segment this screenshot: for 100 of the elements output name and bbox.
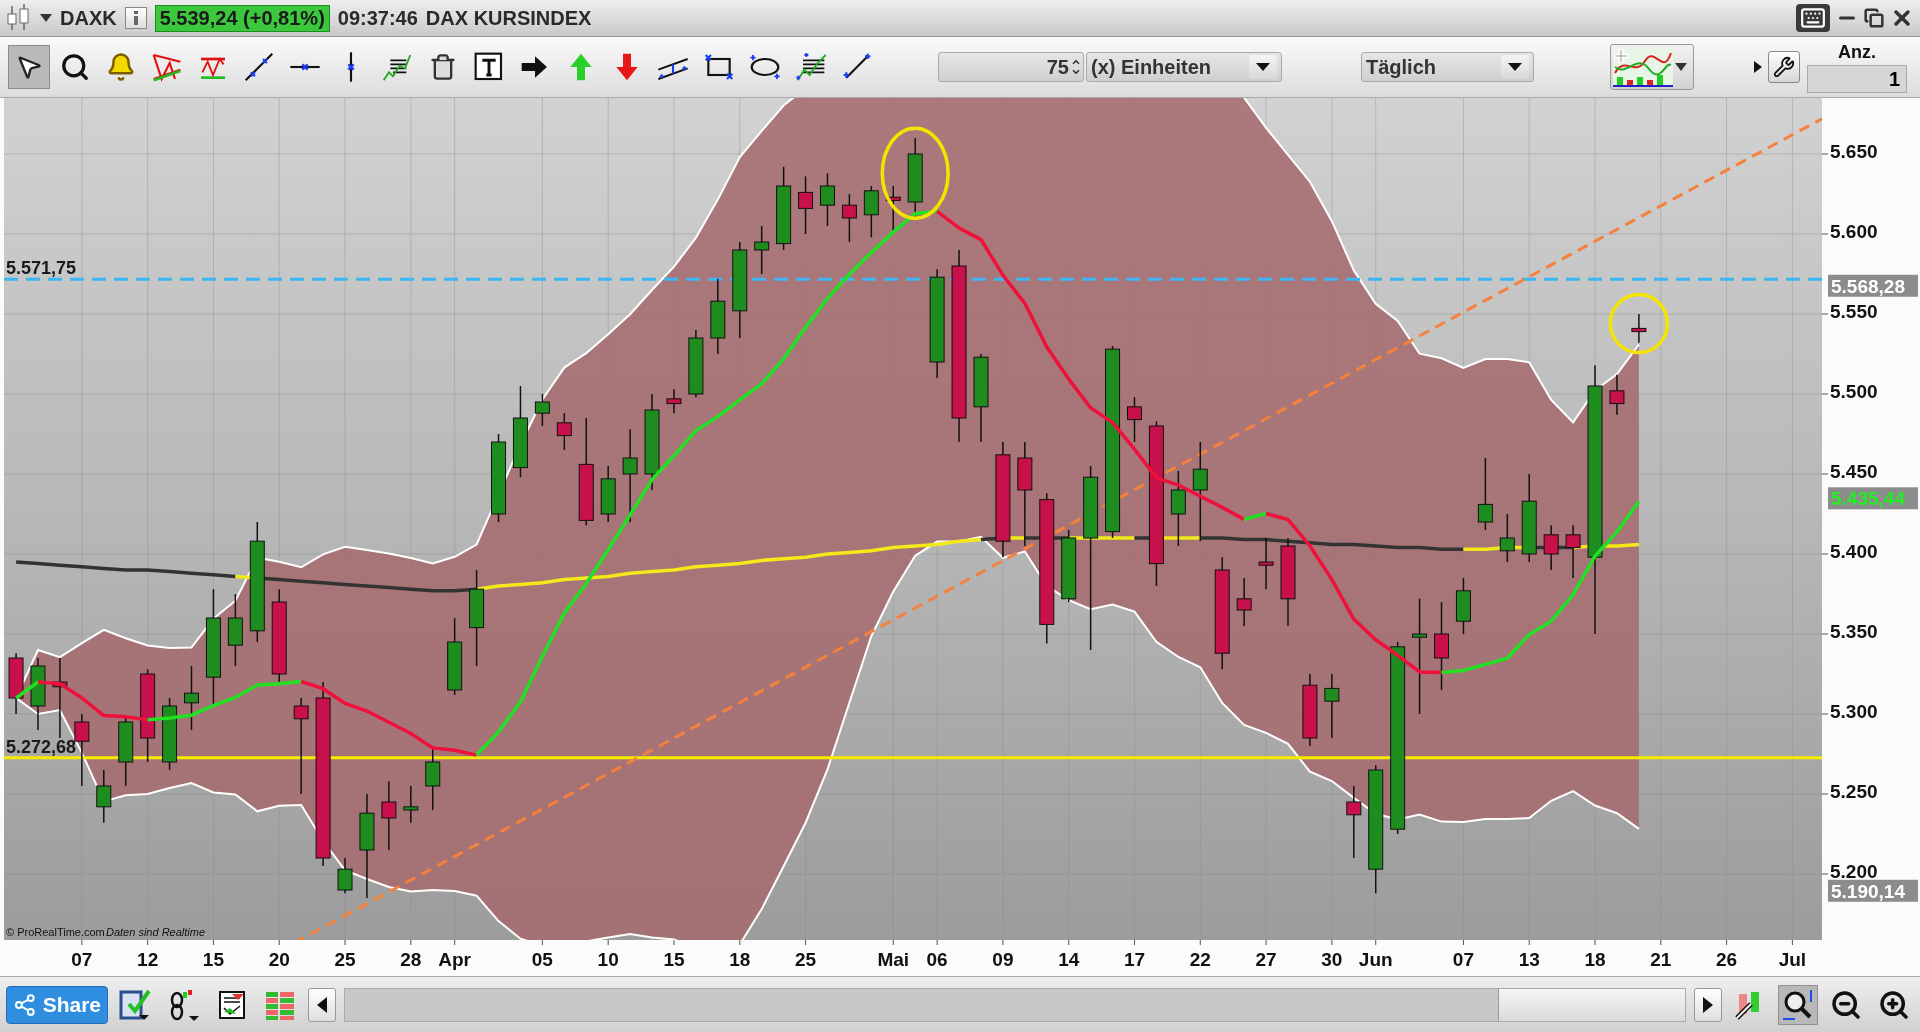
keyboard-icon[interactable] [1796,4,1830,32]
quote-time: 09:37:46 [337,6,418,30]
candlestick [798,175,814,235]
axis-label: 17 [1123,949,1146,970]
axis-label: 5.300 [1830,701,1878,722]
right-triangle-icon [1703,996,1713,1013]
candlestick [1609,374,1625,416]
fibonacci-icon [795,51,827,83]
axis-label: 15 [663,949,685,970]
axis-label: Apr [438,949,472,970]
horizontal-line-icon [289,63,321,71]
text-tool-icon [473,51,505,83]
tick-mark [1821,153,1829,155]
count-field[interactable]: 1 [1807,64,1907,93]
axis-label: 5.350 [1830,621,1878,642]
symbol-label[interactable]: DAXK [60,6,117,30]
trash-icon [429,53,457,81]
candlestick [1236,577,1252,627]
tick-mark [278,939,280,946]
candlestick [666,388,682,414]
price-tag: 5.190,14 [1828,879,1918,902]
units-dropdown[interactable]: (x) Einheiten [1086,52,1282,82]
search-icon [60,52,90,82]
candlestick [381,780,397,851]
axis-label: 21 [1650,949,1672,970]
info-icon[interactable] [124,7,147,29]
tick-mark [1821,873,1829,875]
left-triangle-icon [317,996,327,1013]
axis-label: 25 [794,949,817,970]
candlestick [1499,513,1515,563]
axis-label: Jun [1358,949,1393,970]
restore-icon[interactable] [1864,8,1884,28]
axis-label: 5.600 [1830,221,1878,242]
tick-mark [1791,939,1793,946]
indicator-button[interactable] [1610,44,1694,90]
units-spin-field[interactable]: 75 [938,52,1084,82]
tick-mark [1821,713,1829,715]
price-tag: 5.568,28 [1828,274,1918,297]
candlestick [403,785,419,824]
auto-zoom-button[interactable] [1778,984,1818,1025]
tick-mark [739,939,741,946]
scrollbar-thumb[interactable] [1498,988,1685,1021]
caret-icon [40,14,52,22]
tick-mark [1660,939,1662,946]
count-label: Anz. [1838,41,1876,63]
tick-mark [607,939,609,946]
tick-mark [936,939,938,946]
expand-arrow-icon[interactable] [1754,61,1762,73]
interval-dropdown[interactable]: Täglich [1361,52,1534,82]
tick-mark [410,939,412,946]
tick-mark [81,939,83,946]
tick-mark [1265,939,1267,946]
price-level-label: 5.272,68 [6,736,77,757]
tick-mark [1462,939,1464,946]
price-change-badge: 5.539,24 (+0,81%) [154,4,330,32]
axis-label: 5.200 [1830,861,1878,882]
tick-mark [1375,939,1377,946]
scroll-right-button[interactable] [1694,987,1722,1022]
axis-label: 07 [1452,949,1474,970]
scroll-left-button[interactable] [308,987,336,1022]
axis-label: 26 [1716,949,1738,970]
axis-label: 07 [71,949,93,970]
share-icon [13,992,37,1017]
instrument-name: DAX KURSINDEX [425,6,592,30]
axis-label: 28 [400,949,422,970]
candlestick [1127,396,1142,443]
tick-mark [1594,939,1596,946]
tick-mark [541,939,543,946]
candlestick [534,393,550,427]
tick-mark [1821,633,1829,635]
candlestick [688,329,704,398]
scrollbar-track[interactable] [344,987,1686,1022]
axis-label: 5.500 [1830,381,1878,402]
axis-label: 12 [137,949,159,970]
price-tag: 5.435,44 [1828,487,1918,510]
bell-icon [106,52,136,82]
candlestick [819,172,835,227]
axis-label: 5.550 [1830,301,1878,322]
axis-label: 30 [1321,949,1343,970]
tick-mark [1726,939,1728,946]
tick-mark [1821,793,1829,795]
candlestick [337,857,353,894]
tick-mark [212,939,214,946]
tick-mark [454,939,456,946]
tick-mark [1134,939,1135,946]
axis-label: 5.450 [1830,461,1878,482]
drawing-tool-button[interactable] [8,45,50,89]
tick-mark [805,939,807,946]
highlight-circle [1608,292,1670,355]
settings-button[interactable] [1768,51,1800,83]
line-icon [243,51,275,83]
axis-label: 18 [729,949,751,970]
caret-icon [1675,63,1687,71]
candlestick [841,193,857,243]
candlestick [1258,537,1274,590]
candlestick [1543,524,1559,571]
candlestick [118,716,134,787]
candlestick [600,465,616,523]
indicator-chart-icon [1613,47,1673,87]
candlestick [1324,673,1340,739]
